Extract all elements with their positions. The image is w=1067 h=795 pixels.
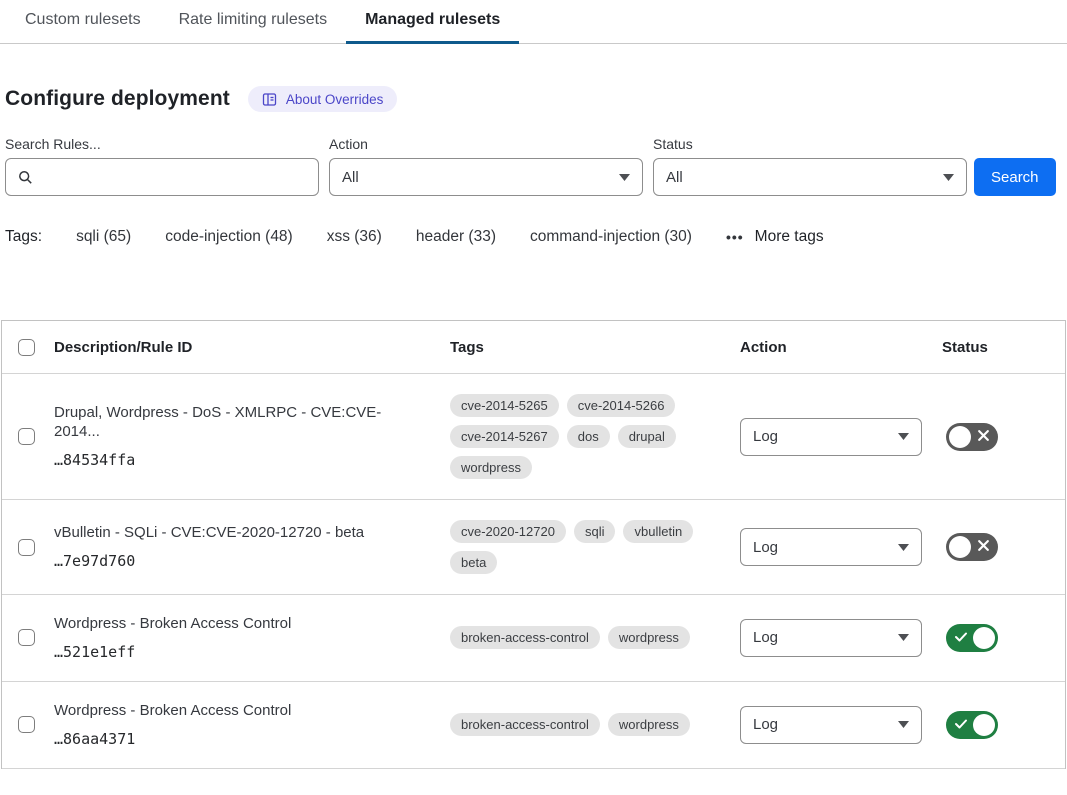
rule-action-select[interactable]: Log [740,418,922,456]
toggle-state-icon [977,429,990,447]
rule-description: Wordpress - Broken Access Control [54,702,422,721]
tab-rate-limiting-rulesets[interactable]: Rate limiting rulesets [160,0,347,44]
about-overrides-label: About Overrides [286,92,384,107]
select-all-checkbox[interactable] [18,339,35,356]
tag-chip: beta [450,551,497,574]
tab-custom-rulesets[interactable]: Custom rulesets [6,0,160,44]
table-row: vBulletin - SQLi - CVE:CVE-2020-12720 - … [2,500,1065,595]
toggle-knob [949,536,971,558]
search-button[interactable]: Search [974,158,1056,196]
tag-chip: cve-2014-5265 [450,394,559,417]
rule-action-value: Log [753,428,778,445]
tag-filter-link[interactable]: xss (36) [327,228,382,246]
table-row: Wordpress - Broken Access Control …86aa4… [2,682,1065,769]
more-tags-label: More tags [755,228,824,246]
table-header-row: Description/Rule ID Tags Action Status [2,321,1065,374]
tag-chip: vbulletin [623,520,693,543]
chevron-down-icon [898,721,909,728]
tag-chip: broken-access-control [450,713,600,736]
tag-chip: wordpress [608,713,690,736]
chevron-down-icon [943,174,954,181]
table-row: Drupal, Wordpress - DoS - XMLRPC - CVE:C… [2,374,1065,500]
column-header-tags: Tags [450,339,740,356]
action-filter-value: All [342,169,359,186]
tag-chip: wordpress [608,626,690,649]
action-filter-label: Action [329,136,643,152]
tags-bar-label: Tags: [5,228,42,246]
tag-chip: cve-2020-12720 [450,520,566,543]
rule-description: vBulletin - SQLi - CVE:CVE-2020-12720 - … [54,524,422,543]
ruleset-tabs: Custom rulesets Rate limiting rulesets M… [0,0,1067,44]
tag-chip: cve-2014-5266 [567,394,676,417]
chevron-down-icon [898,433,909,440]
rule-description: Drupal, Wordpress - DoS - XMLRPC - CVE:C… [54,404,422,442]
row-checkbox[interactable] [18,629,35,646]
chevron-down-icon [619,174,630,181]
rule-description: Wordpress - Broken Access Control [54,615,422,634]
chevron-down-icon [898,544,909,551]
column-header-description: Description/Rule ID [54,339,450,356]
rule-status-toggle[interactable] [946,711,998,739]
tag-chip: dos [567,425,610,448]
rule-tags: broken-access-control wordpress [450,713,740,736]
ellipsis-icon: ••• [726,229,744,245]
toggle-knob [973,627,995,649]
column-header-action: Action [740,339,942,356]
tag-chip: sqli [574,520,616,543]
search-rules-input[interactable] [42,169,306,186]
toggle-state-icon [977,539,990,557]
tag-chip: cve-2014-5267 [450,425,559,448]
row-checkbox[interactable] [18,716,35,733]
toggle-state-icon [954,717,968,735]
managed-rules-table: Description/Rule ID Tags Action Status D… [1,320,1066,769]
status-filter-select[interactable]: All [653,158,967,196]
search-rules-label: Search Rules... [5,136,319,152]
toggle-state-icon [954,630,968,648]
tag-filter-link[interactable]: sqli (65) [76,228,131,246]
column-header-status: Status [942,339,1065,356]
rule-action-value: Log [753,539,778,556]
rule-id: …86aa4371 [54,730,422,748]
more-tags-button[interactable]: ••• More tags [726,228,824,246]
status-filter-label: Status [653,136,967,152]
rule-action-value: Log [753,629,778,646]
action-filter-select[interactable]: All [329,158,643,196]
page-title: Configure deployment [5,87,230,111]
tag-chip: broken-access-control [450,626,600,649]
table-row: Wordpress - Broken Access Control …521e1… [2,595,1065,682]
rule-id: …7e97d760 [54,552,422,570]
rule-status-toggle[interactable] [946,423,998,451]
status-filter-value: All [666,169,683,186]
rule-action-value: Log [753,716,778,733]
search-rules-input-wrap [5,158,319,196]
rule-id: …521e1eff [54,643,422,661]
row-checkbox[interactable] [18,428,35,445]
rule-action-select[interactable]: Log [740,528,922,566]
rule-tags: broken-access-control wordpress [450,626,740,649]
tag-filter-link[interactable]: header (33) [416,228,496,246]
tag-chip: drupal [618,425,676,448]
rule-tags: cve-2014-5265 cve-2014-5266 cve-2014-5267 d… [450,394,740,479]
tag-filter-link[interactable]: command-injection (30) [530,228,692,246]
chevron-down-icon [898,634,909,641]
rule-tags: cve-2020-12720 sqli vbulletin beta [450,520,740,574]
heading-row: Configure deployment About Overrides [5,86,1061,112]
toggle-knob [973,714,995,736]
toggle-knob [949,426,971,448]
row-checkbox[interactable] [18,539,35,556]
filter-bar: Search Rules... Action All S [5,136,1061,196]
tags-bar: Tags: sqli (65) code-injection (48) xss (3… [5,228,1061,246]
rule-status-toggle[interactable] [946,533,998,561]
rule-action-select[interactable]: Log [740,619,922,657]
about-overrides-link[interactable]: About Overrides [248,86,398,112]
tab-managed-rulesets[interactable]: Managed rulesets [346,0,519,44]
rule-id: …84534ffa [54,451,422,469]
search-icon [18,170,33,185]
book-icon [262,92,277,107]
tag-filter-link[interactable]: code-injection (48) [165,228,293,246]
rule-status-toggle[interactable] [946,624,998,652]
rule-action-select[interactable]: Log [740,706,922,744]
tag-chip: wordpress [450,456,532,479]
